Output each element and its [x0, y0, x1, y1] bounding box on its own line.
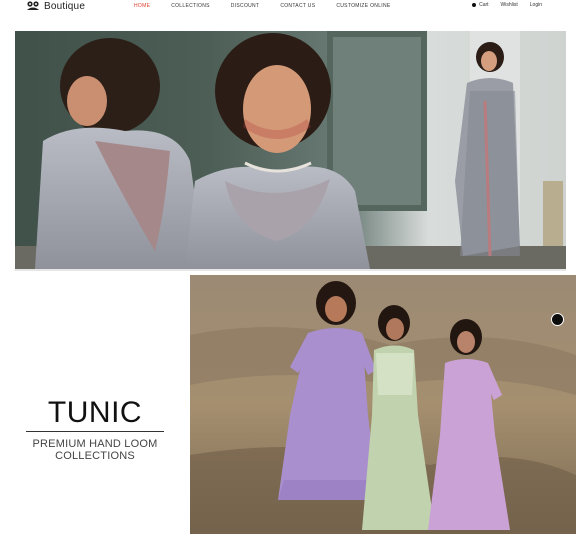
tunic-title: TUNIC — [47, 396, 143, 429]
logo-icon — [27, 1, 39, 10]
hero-image — [15, 31, 566, 269]
hero-banner[interactable] — [15, 31, 566, 271]
nav-collections[interactable]: Collections — [171, 3, 210, 9]
nav-customize-online[interactable]: Customize Online — [336, 3, 390, 9]
main-nav: Home Collections Discount Contact Us Cus… — [134, 3, 412, 9]
cart-dot-icon — [472, 3, 477, 7]
tunic-subtitle-line1: PREMIUM HAND LOOM — [32, 438, 158, 450]
tunic-image — [190, 275, 576, 534]
tunic-subtitle-line2: COLLECTIONS — [55, 450, 135, 462]
cart-label: Cart — [479, 2, 489, 8]
header-utilities: Cart Wishlist Login — [472, 2, 542, 8]
carousel-dot-icon[interactable] — [551, 313, 564, 326]
nav-home[interactable]: Home — [134, 3, 150, 9]
nav-contact-us[interactable]: Contact Us — [280, 3, 315, 9]
login-label: Login — [529, 2, 542, 8]
title-divider — [26, 431, 164, 432]
wishlist-label: Wishlist — [500, 2, 518, 8]
tunic-banner[interactable] — [190, 275, 576, 534]
brand-logo[interactable]: Boutique — [26, 0, 85, 12]
brand-name: Boutique — [44, 0, 86, 12]
nav-discount[interactable]: Discount — [231, 3, 260, 9]
site-header: Boutique Home Collections Discount Conta… — [0, 0, 576, 14]
wishlist-link[interactable]: Wishlist — [501, 2, 518, 8]
tunic-caption: TUNIC PREMIUM HAND LOOM COLLECTIONS — [22, 396, 168, 462]
login-link[interactable]: Login — [530, 2, 542, 8]
cart-link[interactable]: Cart — [472, 2, 489, 8]
